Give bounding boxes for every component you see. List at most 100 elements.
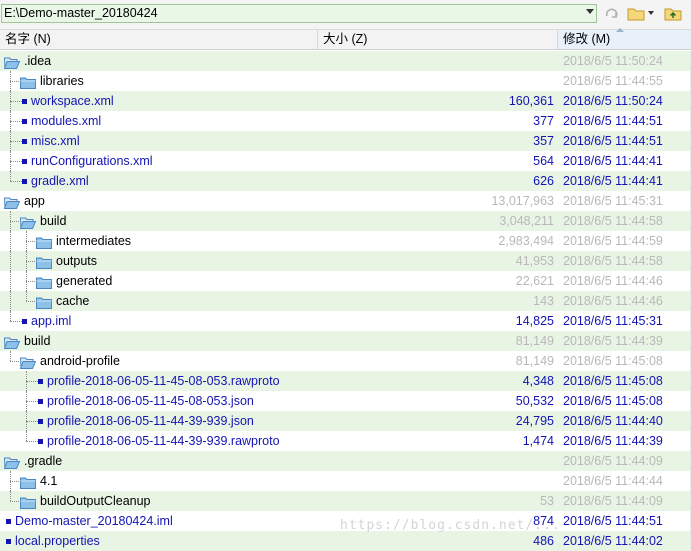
folder-name[interactable]: .gradle <box>24 451 62 471</box>
column-modified-header[interactable]: 修改 (M) <box>558 30 691 49</box>
folder-icon[interactable] <box>20 495 36 509</box>
folder-icon[interactable] <box>20 475 36 489</box>
file-bullet-icon <box>38 399 43 404</box>
tree-folder-row[interactable]: cache 143 2018/6/5 11:44:46 <box>0 291 691 311</box>
folder-open-icon[interactable] <box>3 455 21 469</box>
column-size-header[interactable]: 大小 (Z) <box>318 30 558 49</box>
folder-name[interactable]: android-profile <box>40 351 120 371</box>
file-name[interactable]: app.iml <box>31 311 71 331</box>
folder-open-icon[interactable] <box>3 195 21 209</box>
size-cell: 626 <box>533 174 554 188</box>
tree-file-row[interactable]: gradle.xml 626 2018/6/5 11:44:41 <box>0 171 691 191</box>
tree-folder-row[interactable]: intermediates 2,983,494 2018/6/5 11:44:59 <box>0 231 691 251</box>
tree-connector-line <box>26 241 35 242</box>
folder-open-icon[interactable] <box>3 335 21 349</box>
tree-file-row[interactable]: runConfigurations.xml 564 2018/6/5 11:44:4… <box>0 151 691 171</box>
tree-folder-row[interactable]: buildOutputCleanup 53 2018/6/5 11:44:09 <box>0 491 691 511</box>
file-name[interactable]: profile-2018-06-05-11-45-08-053.rawproto <box>47 371 280 391</box>
tree-folder-row[interactable]: android-profile 81,149 2018/6/5 11:45:08 <box>0 351 691 371</box>
tree-folder-row[interactable]: libraries 2018/6/5 11:44:55 <box>0 71 691 91</box>
folder-icon[interactable] <box>36 275 52 289</box>
folder-name[interactable]: outputs <box>56 251 97 271</box>
modified-date-cell: 2018/6/5 11:44:41 <box>563 154 663 168</box>
column-name-header[interactable]: 名字 (N) <box>0 30 318 49</box>
tree-connector-line <box>10 361 19 362</box>
folder-icon[interactable] <box>36 295 52 309</box>
tree-folder-row[interactable]: 4.1 2018/6/5 11:44:44 <box>0 471 691 491</box>
tree-folder-row[interactable]: outputs 41,953 2018/6/5 11:44:58 <box>0 251 691 271</box>
tree-file-row[interactable]: profile-2018-06-05-11-44-39-939.rawproto… <box>0 431 691 451</box>
file-name[interactable]: local.properties <box>15 531 100 551</box>
modified-date-cell: 2018/6/5 11:44:59 <box>563 234 663 248</box>
tree-folder-row[interactable]: app 13,017,963 2018/6/5 11:45:31 <box>0 191 691 211</box>
tree-connector-line <box>10 271 11 291</box>
size-cell: 486 <box>533 534 554 548</box>
size-cell: 4,348 <box>522 374 554 388</box>
tree-file-row[interactable]: profile-2018-06-05-11-45-08-053.json 50,5… <box>0 391 691 411</box>
size-cell: 1,474 <box>522 434 554 448</box>
file-name[interactable]: profile-2018-06-05-11-44-39-939.json <box>47 411 254 431</box>
tree-file-row[interactable]: modules.xml 377 2018/6/5 11:44:51 <box>0 111 691 131</box>
size-cell: 14,825 <box>515 314 554 328</box>
file-name[interactable]: gradle.xml <box>31 171 89 191</box>
tree-connector-line <box>26 401 38 402</box>
modified-date-cell: 2018/6/5 11:44:44 <box>563 474 663 488</box>
file-name[interactable]: profile-2018-06-05-11-45-08-053.json <box>47 391 254 411</box>
folder-name[interactable]: intermediates <box>56 231 131 251</box>
folder-name[interactable]: build <box>24 331 50 351</box>
tree-folder-row[interactable]: generated 22,621 2018/6/5 11:44:46 <box>0 271 691 291</box>
modified-date-cell: 2018/6/5 11:50:24 <box>563 54 663 68</box>
column-header: 名字 (N) 大小 (Z) 修改 (M) <box>0 28 691 50</box>
file-bullet-icon <box>22 159 27 164</box>
folder-name[interactable]: .idea <box>24 51 51 71</box>
folder-open-icon[interactable] <box>19 355 37 369</box>
folder-icon[interactable] <box>36 235 52 249</box>
file-name[interactable]: profile-2018-06-05-11-44-39-939.rawproto <box>47 431 280 451</box>
folder-name[interactable]: build <box>40 211 66 231</box>
folder-name[interactable]: app <box>24 191 45 211</box>
folder-icon[interactable] <box>36 255 52 269</box>
folder-icon[interactable] <box>20 75 36 89</box>
modified-date-cell: 2018/6/5 11:44:40 <box>563 414 663 428</box>
tree-file-row[interactable]: misc.xml 357 2018/6/5 11:44:51 <box>0 131 691 151</box>
tree-file-row[interactable]: Demo-master_20180424.iml 874 2018/6/5 11:4… <box>0 511 691 531</box>
tree-folder-row[interactable]: build 81,149 2018/6/5 11:44:39 <box>0 331 691 351</box>
tree-connector-line <box>10 221 19 222</box>
tree-folder-row[interactable]: .idea 2018/6/5 11:50:24 <box>0 51 691 71</box>
folder-name[interactable]: libraries <box>40 71 84 91</box>
tree-file-row[interactable]: local.properties 486 2018/6/5 11:44:02 <box>0 531 691 551</box>
tree-file-row[interactable]: app.iml 14,825 2018/6/5 11:45:31 <box>0 311 691 331</box>
folder-menu-arrow-icon[interactable] <box>648 11 654 15</box>
folder-open-icon[interactable] <box>627 5 645 23</box>
folder-name[interactable]: cache <box>56 291 89 311</box>
modified-date-cell: 2018/6/5 11:44:09 <box>563 454 663 468</box>
tree-folder-row[interactable]: .gradle 2018/6/5 11:44:09 <box>0 451 691 471</box>
parent-folder-icon[interactable] <box>664 5 682 23</box>
path-dropdown-arrow-icon[interactable] <box>586 9 594 14</box>
file-name[interactable]: misc.xml <box>31 131 80 151</box>
tree-connector-line <box>26 371 27 391</box>
file-bullet-icon <box>22 119 27 124</box>
size-cell: 41,953 <box>515 254 554 268</box>
folder-open-icon[interactable] <box>3 55 21 69</box>
folder-name[interactable]: 4.1 <box>40 471 57 491</box>
tree-folder-row[interactable]: build 3,048,211 2018/6/5 11:44:58 <box>0 211 691 231</box>
folder-open-icon[interactable] <box>19 215 37 229</box>
tree-connector-line <box>26 391 27 411</box>
tree-connector-line <box>26 431 27 441</box>
folder-name[interactable]: generated <box>56 271 112 291</box>
file-name[interactable]: Demo-master_20180424.iml <box>15 511 173 531</box>
file-name[interactable]: workspace.xml <box>31 91 114 111</box>
refresh-icon[interactable] <box>603 5 621 23</box>
tree-connector-line <box>10 481 19 482</box>
path-input[interactable]: E:\Demo-master_20180424 <box>1 4 597 23</box>
tree-file-row[interactable]: profile-2018-06-05-11-45-08-053.rawproto… <box>0 371 691 391</box>
tree-file-row[interactable]: profile-2018-06-05-11-44-39-939.json 24,7… <box>0 411 691 431</box>
tree-file-row[interactable]: workspace.xml 160,361 2018/6/5 11:50:24 <box>0 91 691 111</box>
file-name[interactable]: runConfigurations.xml <box>31 151 153 171</box>
sort-ascending-icon <box>616 28 624 32</box>
size-cell: 13,017,963 <box>491 194 554 208</box>
file-name[interactable]: modules.xml <box>31 111 101 131</box>
folder-name[interactable]: buildOutputCleanup <box>40 491 151 511</box>
tree-connector-line <box>26 261 35 262</box>
